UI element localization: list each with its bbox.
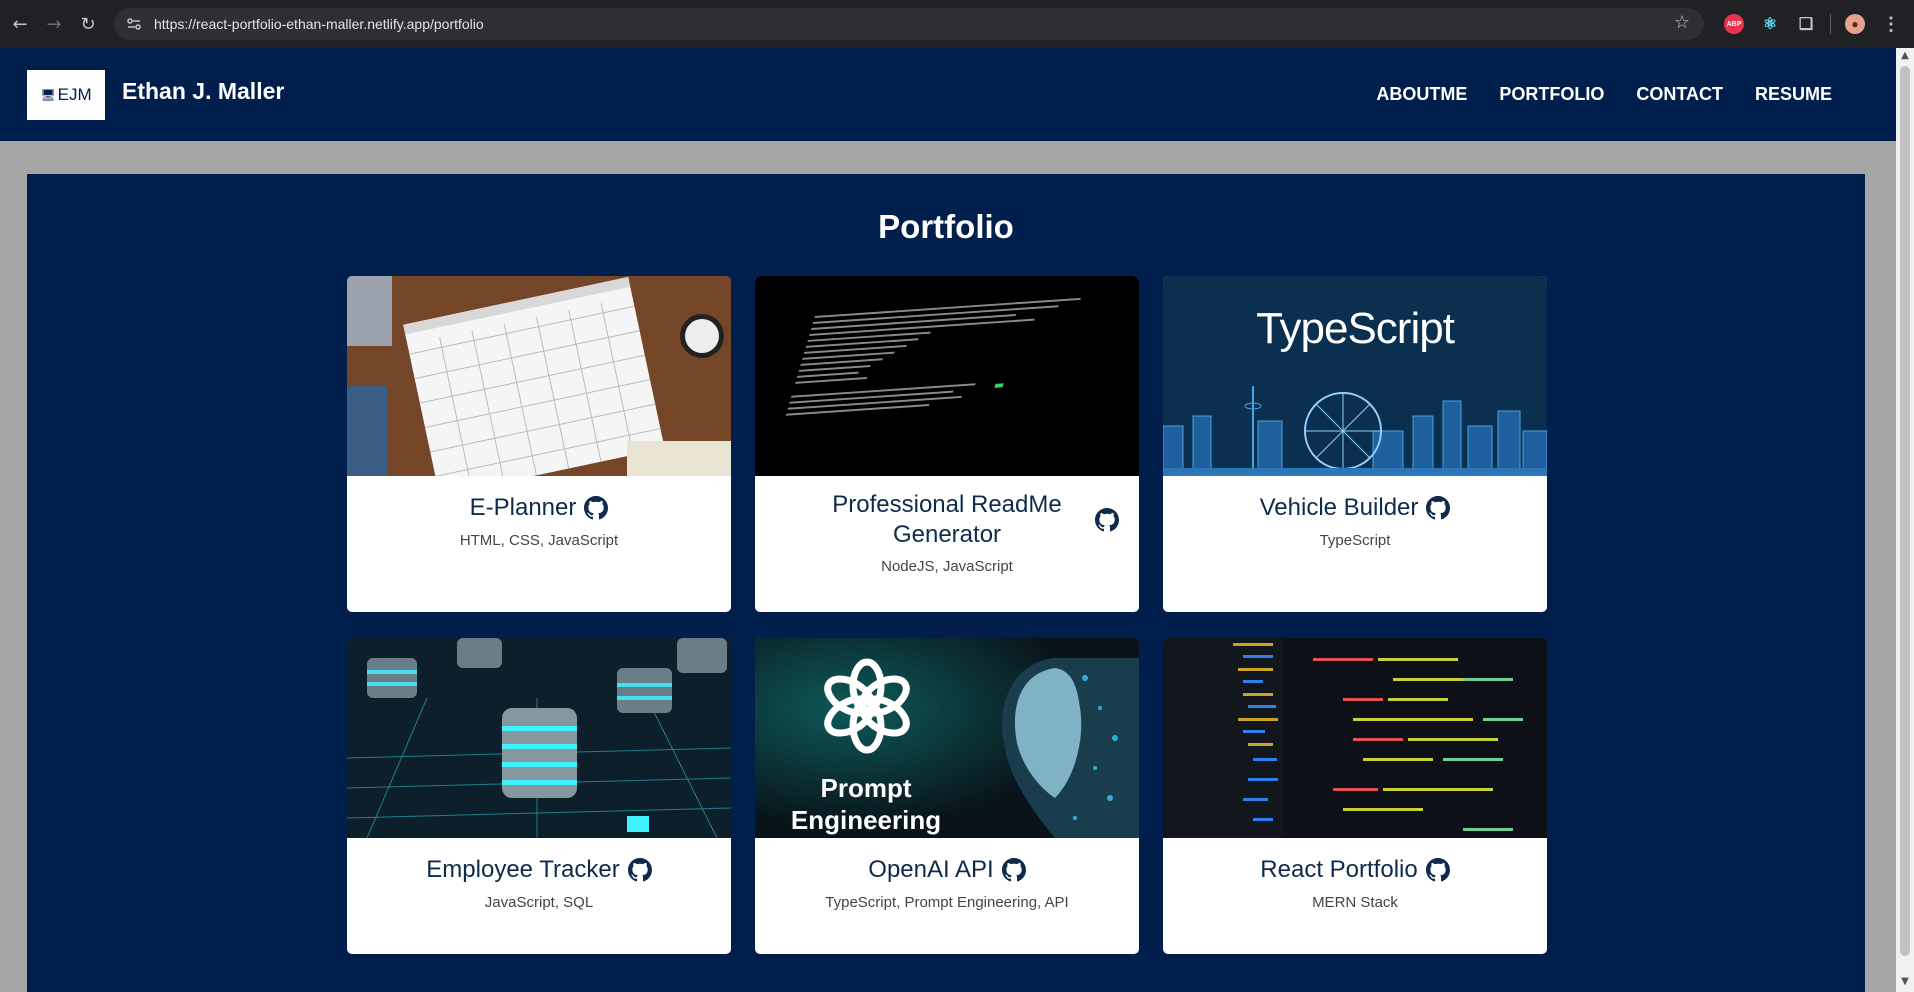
project-card: Prompt Engineering OpenAI API TypeScript… (755, 638, 1139, 954)
project-card-body: Professional ReadMe Generator NodeJS, Ja… (755, 476, 1139, 575)
image-text-line: Prompt (820, 773, 912, 803)
scrollbar-thumb[interactable] (1900, 66, 1910, 956)
page-scrollbar[interactable]: ▲ ▼ (1896, 48, 1914, 992)
project-title: OpenAI API (868, 856, 994, 883)
github-icon[interactable] (1425, 858, 1450, 882)
project-card-body: Employee Tracker JavaScript, SQL (347, 838, 731, 911)
project-card: Employee Tracker JavaScript, SQL (347, 638, 731, 954)
project-title-row: OpenAI API (755, 856, 1139, 884)
project-tech-stack: MERN Stack (1312, 894, 1398, 911)
project-image-code-editor (1163, 638, 1547, 838)
project-card-body: E-Planner HTML, CSS, JavaScript (347, 476, 731, 549)
browser-toolbar: ← → ↻ https://react-portfolio-ethan-mall… (0, 0, 1914, 48)
adblock-extension-icon[interactable]: ABP (1724, 14, 1744, 34)
typescript-banner-text: TypeScript (1256, 304, 1455, 353)
portfolio-section: Portfolio E-Planner HTML, CSS, JavaScrip… (27, 174, 1865, 992)
project-card-body: React Portfolio MERN Stack (1163, 838, 1547, 911)
project-card: Professional ReadMe Generator NodeJS, Ja… (755, 276, 1139, 612)
project-title-row: Vehicle Builder (1163, 494, 1547, 522)
address-bar[interactable]: https://react-portfolio-ethan-maller.net… (114, 8, 1704, 40)
page-title: Portfolio (878, 208, 1014, 245)
scroll-down-arrow-icon[interactable]: ▼ (1896, 976, 1914, 990)
project-card-body: Vehicle Builder TypeScript (1163, 476, 1547, 549)
monitor-icon: 🖥 (40, 88, 56, 102)
project-image-terminal (755, 276, 1139, 476)
github-icon[interactable] (1095, 508, 1119, 532)
extensions-area: ABP ⚛ ❏ ● ⋮ (1716, 8, 1909, 40)
main-nav: ABOUTME PORTFOLIO CONTACT RESUME (1376, 84, 1832, 105)
bookmark-star-icon[interactable]: ☆ (1674, 12, 1690, 33)
logo-text: EJM (57, 85, 92, 104)
github-icon[interactable] (1426, 496, 1451, 520)
forward-icon[interactable]: → (40, 10, 68, 38)
github-icon[interactable] (1001, 858, 1026, 882)
scroll-up-arrow-icon[interactable]: ▲ (1896, 50, 1914, 64)
extensions-puzzle-icon[interactable]: ❏ (1796, 14, 1816, 34)
project-tech-stack: JavaScript, SQL (484, 894, 594, 911)
project-tech-stack: HTML, CSS, JavaScript (459, 532, 619, 549)
back-icon[interactable]: ← (6, 10, 34, 38)
project-image-typescript: TypeScript (1163, 276, 1547, 476)
github-icon[interactable] (584, 496, 609, 520)
github-icon[interactable] (627, 858, 652, 882)
site-info-icon[interactable] (118, 8, 150, 40)
project-title: React Portfolio (1260, 856, 1418, 883)
project-card: TypeScript Vehicle Builder TypeScript (1163, 276, 1547, 612)
project-title-row: Employee Tracker (347, 856, 731, 884)
image-text-line: Engineering (790, 805, 942, 835)
reload-icon[interactable]: ↻ (74, 10, 102, 38)
site-header: 🖥 EJM Ethan J. Maller ABOUTME PORTFOLIO … (0, 48, 1896, 141)
project-title: Employee Tracker (426, 856, 620, 883)
project-title-row: E-Planner (347, 494, 731, 522)
project-title-row: Professional ReadMe Generator (755, 490, 1139, 550)
site-logo[interactable]: 🖥 EJM (27, 70, 105, 120)
url-text[interactable]: https://react-portfolio-ethan-maller.net… (154, 16, 484, 32)
project-card: E-Planner HTML, CSS, JavaScript (347, 276, 731, 612)
project-title: Professional ReadMe Generator (832, 491, 1062, 548)
prompt-engineering-image-text: Prompt Engineering (755, 772, 977, 836)
project-title: E-Planner (469, 494, 577, 521)
site-owner-name: Ethan J. Maller (122, 78, 285, 104)
project-card: React Portfolio MERN Stack (1163, 638, 1547, 954)
project-tech-stack: NodeJS, JavaScript (881, 558, 1013, 575)
browser-menu-icon[interactable]: ⋮ (1881, 14, 1901, 34)
project-image-prompt-engineering: Prompt Engineering (755, 638, 1139, 838)
profile-avatar[interactable]: ● (1845, 14, 1865, 34)
nav-portfolio[interactable]: PORTFOLIO (1499, 84, 1604, 105)
project-title-row: React Portfolio (1163, 856, 1547, 884)
project-title: Vehicle Builder (1259, 494, 1419, 521)
react-devtools-icon[interactable]: ⚛ (1760, 14, 1780, 34)
nav-resume[interactable]: RESUME (1755, 84, 1832, 105)
project-image-calendar (347, 276, 731, 476)
project-tech-stack: TypeScript (1319, 532, 1391, 549)
nav-contact[interactable]: CONTACT (1636, 84, 1723, 105)
project-tech-stack: TypeScript, Prompt Engineering, API (825, 894, 1069, 911)
nav-aboutme[interactable]: ABOUTME (1376, 84, 1467, 105)
project-image-servers (347, 638, 731, 838)
toolbar-divider (1830, 14, 1831, 34)
project-card-body: OpenAI API TypeScript, Prompt Engineerin… (755, 838, 1139, 911)
